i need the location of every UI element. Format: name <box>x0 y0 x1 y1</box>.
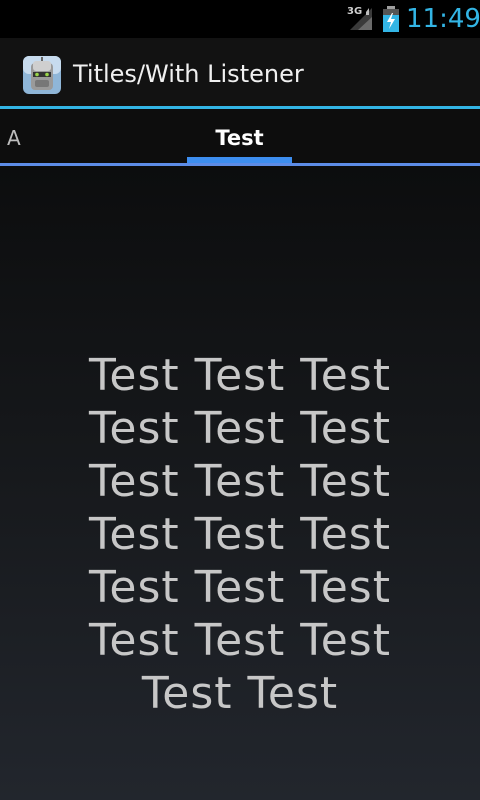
signal-icon: 3G <box>344 6 376 32</box>
content-text: Test Test Test Test Test Test Test Test … <box>89 350 391 719</box>
content-area: Test Test Test Test Test Test Test Test … <box>0 166 480 800</box>
screen: 3G 11:49 Titles/With Listener A Test Tes… <box>0 0 480 800</box>
robot-app-icon[interactable] <box>22 55 62 95</box>
tab-test[interactable]: Test <box>187 126 292 150</box>
status-clock: 11:49 <box>406 4 480 34</box>
battery-charging-icon <box>382 6 400 32</box>
page-title: Titles/With Listener <box>73 60 304 88</box>
tab-a[interactable]: A <box>7 126 21 150</box>
tab-strip: A Test <box>0 109 480 163</box>
action-bar: Titles/With Listener <box>0 38 480 106</box>
status-bar: 3G 11:49 <box>0 0 480 38</box>
